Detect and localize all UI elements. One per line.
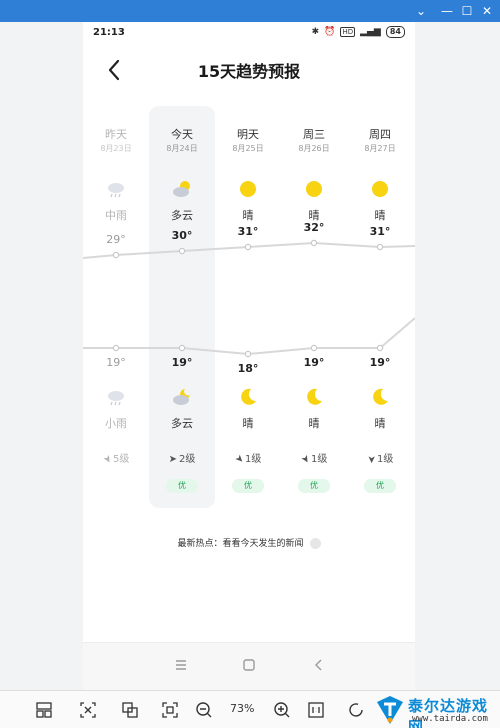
day-date: 8月23日 [100, 144, 132, 153]
day-condition: 多云 [171, 209, 193, 222]
menu-icon[interactable] [169, 655, 193, 675]
wind-level: ➤1级 [347, 450, 413, 465]
wind-level: ➤ 2级 [149, 450, 215, 465]
aqi-badge: 优 [232, 479, 264, 493]
chevron-down-icon[interactable]: ⌄ [412, 2, 430, 20]
rain-cloud-icon [105, 386, 127, 408]
wind-level-text: 5级 [113, 454, 130, 465]
phone-screen: 21:13 ✱ ⏰ HD ▂▄▆ 84 15天趋势预报 昨天 8月23日 中雨 29°… [83, 22, 415, 690]
news-hotspot[interactable]: 最新热点：看看今天发生的新闻 [83, 536, 415, 549]
news-text: 最新热点：看看今天发生的新闻 [177, 539, 304, 549]
wind-direction-icon: ➤ [99, 453, 114, 466]
high-temp: 32° [303, 221, 325, 234]
day-date: 8月24日 [166, 144, 198, 153]
high-temp: 31° [369, 225, 391, 238]
day-date: 8月27日 [364, 144, 396, 153]
rotate-icon[interactable] [346, 700, 366, 720]
high-temp: 29° [106, 233, 126, 246]
forecast-day-column[interactable]: 昨天 8月23日中雨 29° 19° 小雨 ➤5级 [83, 22, 149, 522]
day-date: 8月25日 [232, 144, 264, 153]
day-condition: 晴 [242, 209, 254, 222]
day-label: 今天 [171, 128, 193, 141]
low-temp: 19° [171, 356, 193, 369]
high-temp: 30° [171, 229, 193, 242]
low-temp: 19° [303, 356, 325, 369]
night-condition: 多云 [171, 417, 193, 430]
aqi-badge: 优 [298, 479, 330, 493]
night-condition: 晴 [308, 417, 320, 430]
day-condition: 晴 [374, 209, 386, 222]
forecast-day-column[interactable]: 周三 8月26日晴 32° 19° 晴 ➤1级优 [281, 22, 347, 522]
day-label: 昨天 [105, 128, 127, 141]
night-condition: 晴 [374, 417, 386, 430]
sun-icon [237, 178, 259, 200]
translate-icon[interactable] [120, 700, 140, 720]
partly-cloudy-sun-icon [171, 178, 193, 200]
zoom-level: 73% [230, 702, 255, 715]
wind-direction-icon: ➤ [297, 453, 312, 466]
wind-level: ➤1级 [281, 450, 347, 466]
moon-icon [303, 386, 325, 408]
low-temp: 19° [369, 356, 391, 369]
wind-level-text: 2级 [179, 454, 196, 465]
news-close-icon[interactable] [309, 538, 321, 549]
wind-level: ➤5级 [83, 450, 149, 466]
system-nav-bar [83, 642, 415, 690]
day-label: 明天 [237, 128, 259, 141]
forecast-day-column[interactable]: 周四 8月27日晴 31° 19° 晴 ➤1级优 [347, 22, 413, 522]
sun-icon [303, 178, 325, 200]
home-icon[interactable] [237, 655, 261, 675]
forecast-day-column[interactable]: 明天 8月25日晴 31° 18° 晴 ➤1级优 [215, 22, 281, 522]
minimize-icon[interactable]: — [438, 2, 456, 20]
low-temp: 18° [237, 362, 259, 375]
high-temp: 31° [237, 225, 259, 238]
wind-direction-icon: ➤ [231, 452, 246, 467]
site-watermark: 泰尔达游戏网 www.tairda.com [372, 692, 500, 728]
partly-cloudy-moon-icon [171, 386, 193, 408]
actual-size-icon[interactable] [306, 700, 326, 720]
wind-level-text: 1级 [377, 454, 394, 465]
watermark-url: www.tairda.com [412, 714, 488, 724]
day-label: 周四 [369, 128, 391, 141]
day-date: 8月26日 [298, 144, 330, 153]
layout-icon[interactable] [34, 700, 54, 720]
wind-direction-icon: ➤ [168, 454, 177, 465]
day-label: 周三 [303, 128, 325, 141]
moon-icon [237, 386, 259, 408]
sun-icon [369, 178, 391, 200]
watermark-logo-icon [377, 696, 403, 724]
day-condition: 中雨 [105, 209, 127, 222]
aqi-badge: 优 [364, 479, 396, 493]
close-icon[interactable]: ✕ [478, 2, 496, 20]
low-temp: 19° [106, 356, 126, 369]
nav-back-icon[interactable] [307, 655, 331, 675]
maximize-icon[interactable]: ☐ [458, 2, 476, 20]
zoom-out-icon[interactable] [194, 700, 214, 720]
wind-level: ➤1级 [215, 450, 281, 467]
wind-level-text: 1级 [245, 454, 262, 465]
forecast-day-column[interactable]: 今天 8月24日多云 30° 19° 多云 ➤ 2级优 [149, 22, 215, 522]
wind-direction-icon: ➤ [365, 455, 377, 464]
moon-icon [369, 386, 391, 408]
night-condition: 晴 [242, 417, 254, 430]
ocr-text-icon[interactable] [78, 700, 98, 720]
fit-screen-icon[interactable] [160, 700, 180, 720]
wind-level-text: 1级 [311, 454, 328, 465]
night-condition: 小雨 [105, 417, 127, 430]
rain-cloud-icon [105, 178, 127, 200]
aqi-badge: 优 [166, 479, 198, 493]
viewer-title-bar: ⌄ — ☐ ✕ [0, 0, 500, 22]
zoom-in-icon[interactable] [272, 700, 292, 720]
